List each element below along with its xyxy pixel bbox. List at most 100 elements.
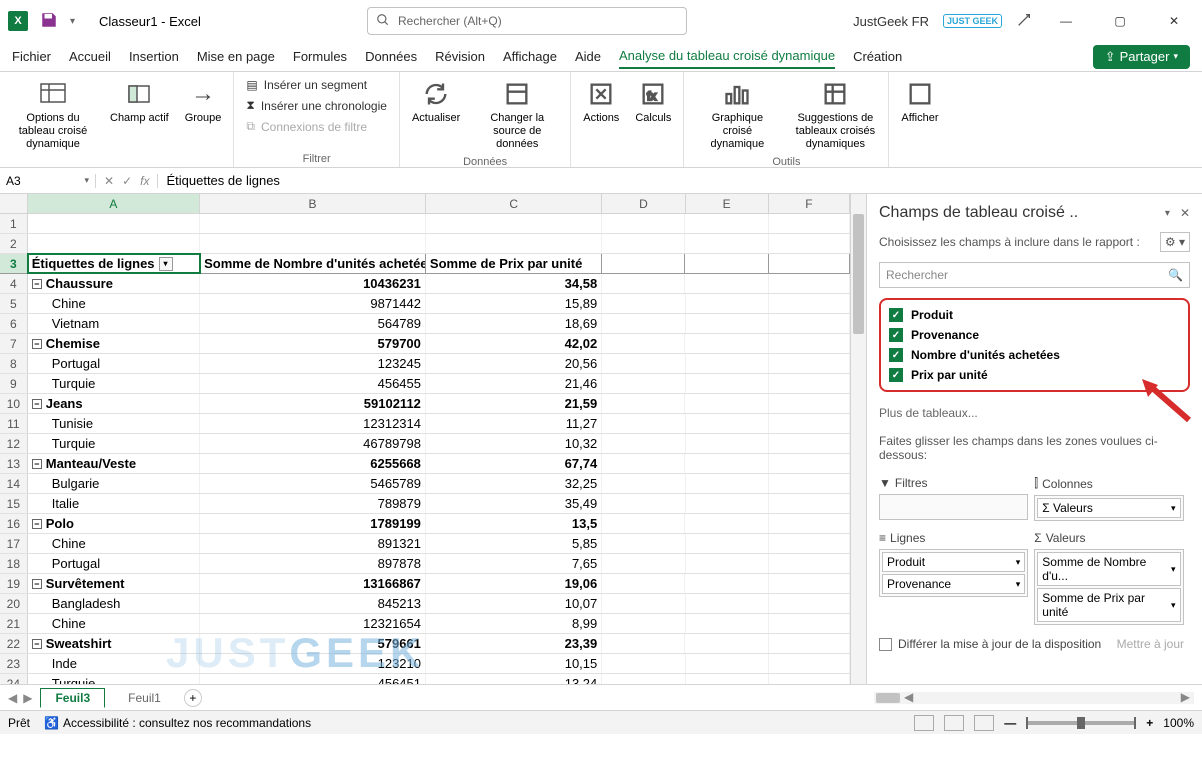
select-all-corner[interactable] bbox=[0, 194, 28, 213]
column-header-f[interactable]: F bbox=[769, 194, 850, 213]
tab-aide[interactable]: Aide bbox=[575, 45, 601, 68]
cell[interactable]: 123245 bbox=[200, 354, 426, 373]
refresh-button[interactable]: Actualiser bbox=[408, 76, 464, 127]
cell[interactable] bbox=[602, 254, 685, 273]
row-header[interactable]: 5 bbox=[0, 294, 28, 313]
cell[interactable]: 845213 bbox=[200, 594, 426, 613]
cell[interactable]: Turquie bbox=[28, 374, 201, 393]
tab-affichage[interactable]: Affichage bbox=[503, 45, 557, 68]
sheet-nav-next[interactable]: ▶ bbox=[23, 691, 32, 705]
row-header[interactable]: 6 bbox=[0, 314, 28, 333]
pivot-options-button[interactable]: Options du tableau croisé dynamique bbox=[8, 76, 98, 154]
cell[interactable]: 12321654 bbox=[200, 614, 426, 633]
cell[interactable]: 42,02 bbox=[426, 334, 602, 353]
cell[interactable]: 10,32 bbox=[426, 434, 602, 453]
cell[interactable] bbox=[686, 494, 769, 513]
cell[interactable] bbox=[686, 594, 769, 613]
collapse-icon[interactable]: − bbox=[32, 579, 42, 589]
cell[interactable] bbox=[28, 234, 200, 253]
cell[interactable] bbox=[602, 234, 685, 253]
chevron-down-icon[interactable]: ▾ bbox=[1165, 208, 1170, 219]
row-header[interactable]: 12 bbox=[0, 434, 28, 453]
new-sheet-button[interactable]: + bbox=[184, 689, 202, 707]
column-header-c[interactable]: C bbox=[426, 194, 602, 213]
row-header[interactable]: 1 bbox=[0, 214, 28, 233]
field-produit[interactable]: ✓Produit bbox=[889, 308, 1180, 322]
cell[interactable] bbox=[686, 354, 769, 373]
zone-item[interactable]: Produit▾ bbox=[882, 552, 1025, 572]
cell[interactable]: Chine bbox=[28, 534, 201, 553]
cell[interactable]: Portugal bbox=[28, 554, 201, 573]
fx-icon[interactable]: fx bbox=[140, 174, 149, 188]
cell[interactable]: 12312314 bbox=[200, 414, 426, 433]
cell[interactable] bbox=[769, 234, 850, 253]
save-icon[interactable] bbox=[40, 11, 58, 32]
column-header-e[interactable]: E bbox=[686, 194, 769, 213]
share-button[interactable]: ⇪ Partager ▾ bbox=[1093, 45, 1190, 69]
cell[interactable] bbox=[602, 354, 685, 373]
row-header[interactable]: 18 bbox=[0, 554, 28, 573]
row-header[interactable]: 22 bbox=[0, 634, 28, 653]
zone-columns[interactable]: ⫿Colonnes Σ Valeurs▾ bbox=[1034, 472, 1183, 521]
search-box[interactable]: Rechercher (Alt+Q) bbox=[367, 7, 687, 35]
cell[interactable] bbox=[602, 294, 685, 313]
row-header[interactable]: 8 bbox=[0, 354, 28, 373]
cell[interactable]: 13,24 bbox=[426, 674, 602, 684]
zone-rows[interactable]: ≡Lignes Produit▾ Provenance▾ bbox=[879, 527, 1028, 625]
row-header[interactable]: 2 bbox=[0, 234, 28, 253]
cell[interactable]: Inde bbox=[28, 654, 201, 673]
cell[interactable] bbox=[685, 574, 768, 593]
change-source-button[interactable]: Changer la source de données bbox=[472, 76, 562, 154]
cell[interactable] bbox=[686, 374, 769, 393]
cell[interactable] bbox=[769, 214, 850, 233]
cell[interactable]: 10,07 bbox=[426, 594, 602, 613]
cell[interactable]: −Sweatshirt bbox=[28, 634, 200, 653]
active-field-button[interactable]: Champ actif bbox=[106, 76, 173, 127]
cell[interactable] bbox=[769, 354, 850, 373]
cell[interactable]: −Chemise bbox=[28, 334, 200, 353]
group-button[interactable]: →Groupe bbox=[181, 76, 226, 127]
insert-slicer-button[interactable]: ▤Insérer un segment bbox=[242, 76, 391, 94]
cell[interactable] bbox=[602, 434, 685, 453]
cell[interactable] bbox=[769, 534, 850, 553]
cell[interactable] bbox=[602, 554, 685, 573]
field-search[interactable]: Rechercher 🔍 bbox=[879, 262, 1190, 288]
cell[interactable]: 19,06 bbox=[426, 574, 602, 593]
cell[interactable]: 10436231 bbox=[200, 274, 426, 293]
cell[interactable] bbox=[685, 634, 768, 653]
cell[interactable]: −Jeans bbox=[28, 394, 200, 413]
cell[interactable] bbox=[686, 314, 769, 333]
cell[interactable]: −Polo bbox=[28, 514, 200, 533]
cell[interactable]: 32,25 bbox=[426, 474, 602, 493]
cell[interactable] bbox=[602, 414, 685, 433]
cell[interactable]: 5465789 bbox=[200, 474, 426, 493]
cell[interactable] bbox=[769, 554, 850, 573]
cell[interactable]: 46789798 bbox=[200, 434, 426, 453]
cell[interactable]: 897878 bbox=[200, 554, 426, 573]
cell[interactable]: 34,58 bbox=[426, 274, 602, 293]
horizontal-scrollbar[interactable]: ◀▶ bbox=[874, 692, 1194, 704]
cell[interactable] bbox=[685, 234, 768, 253]
filter-dropdown-icon[interactable]: ▾ bbox=[159, 257, 173, 271]
column-header-a[interactable]: A bbox=[28, 194, 200, 213]
cell[interactable]: 20,56 bbox=[426, 354, 602, 373]
cell[interactable]: 456455 bbox=[200, 374, 426, 393]
cell[interactable] bbox=[769, 434, 850, 453]
calculations-button[interactable]: fxCalculs bbox=[631, 76, 675, 127]
collapse-icon[interactable]: − bbox=[32, 339, 42, 349]
cell[interactable]: 564789 bbox=[200, 314, 426, 333]
cell[interactable]: Turquie bbox=[28, 434, 201, 453]
cell[interactable] bbox=[685, 274, 768, 293]
row-header[interactable]: 7 bbox=[0, 334, 28, 353]
close-button[interactable]: ✕ bbox=[1154, 6, 1194, 36]
row-header[interactable]: 3 bbox=[0, 254, 28, 273]
show-button[interactable]: Afficher bbox=[897, 76, 942, 127]
cell[interactable] bbox=[602, 594, 685, 613]
defer-checkbox[interactable] bbox=[879, 638, 892, 651]
sheet-tab-active[interactable]: Feuil3 bbox=[40, 688, 105, 708]
pivot-col-header[interactable]: Somme de Nombre d'unités achetées bbox=[200, 254, 426, 273]
cell[interactable] bbox=[769, 674, 850, 684]
cell[interactable] bbox=[602, 634, 685, 653]
tab-accueil[interactable]: Accueil bbox=[69, 45, 111, 68]
row-header[interactable]: 13 bbox=[0, 454, 28, 473]
